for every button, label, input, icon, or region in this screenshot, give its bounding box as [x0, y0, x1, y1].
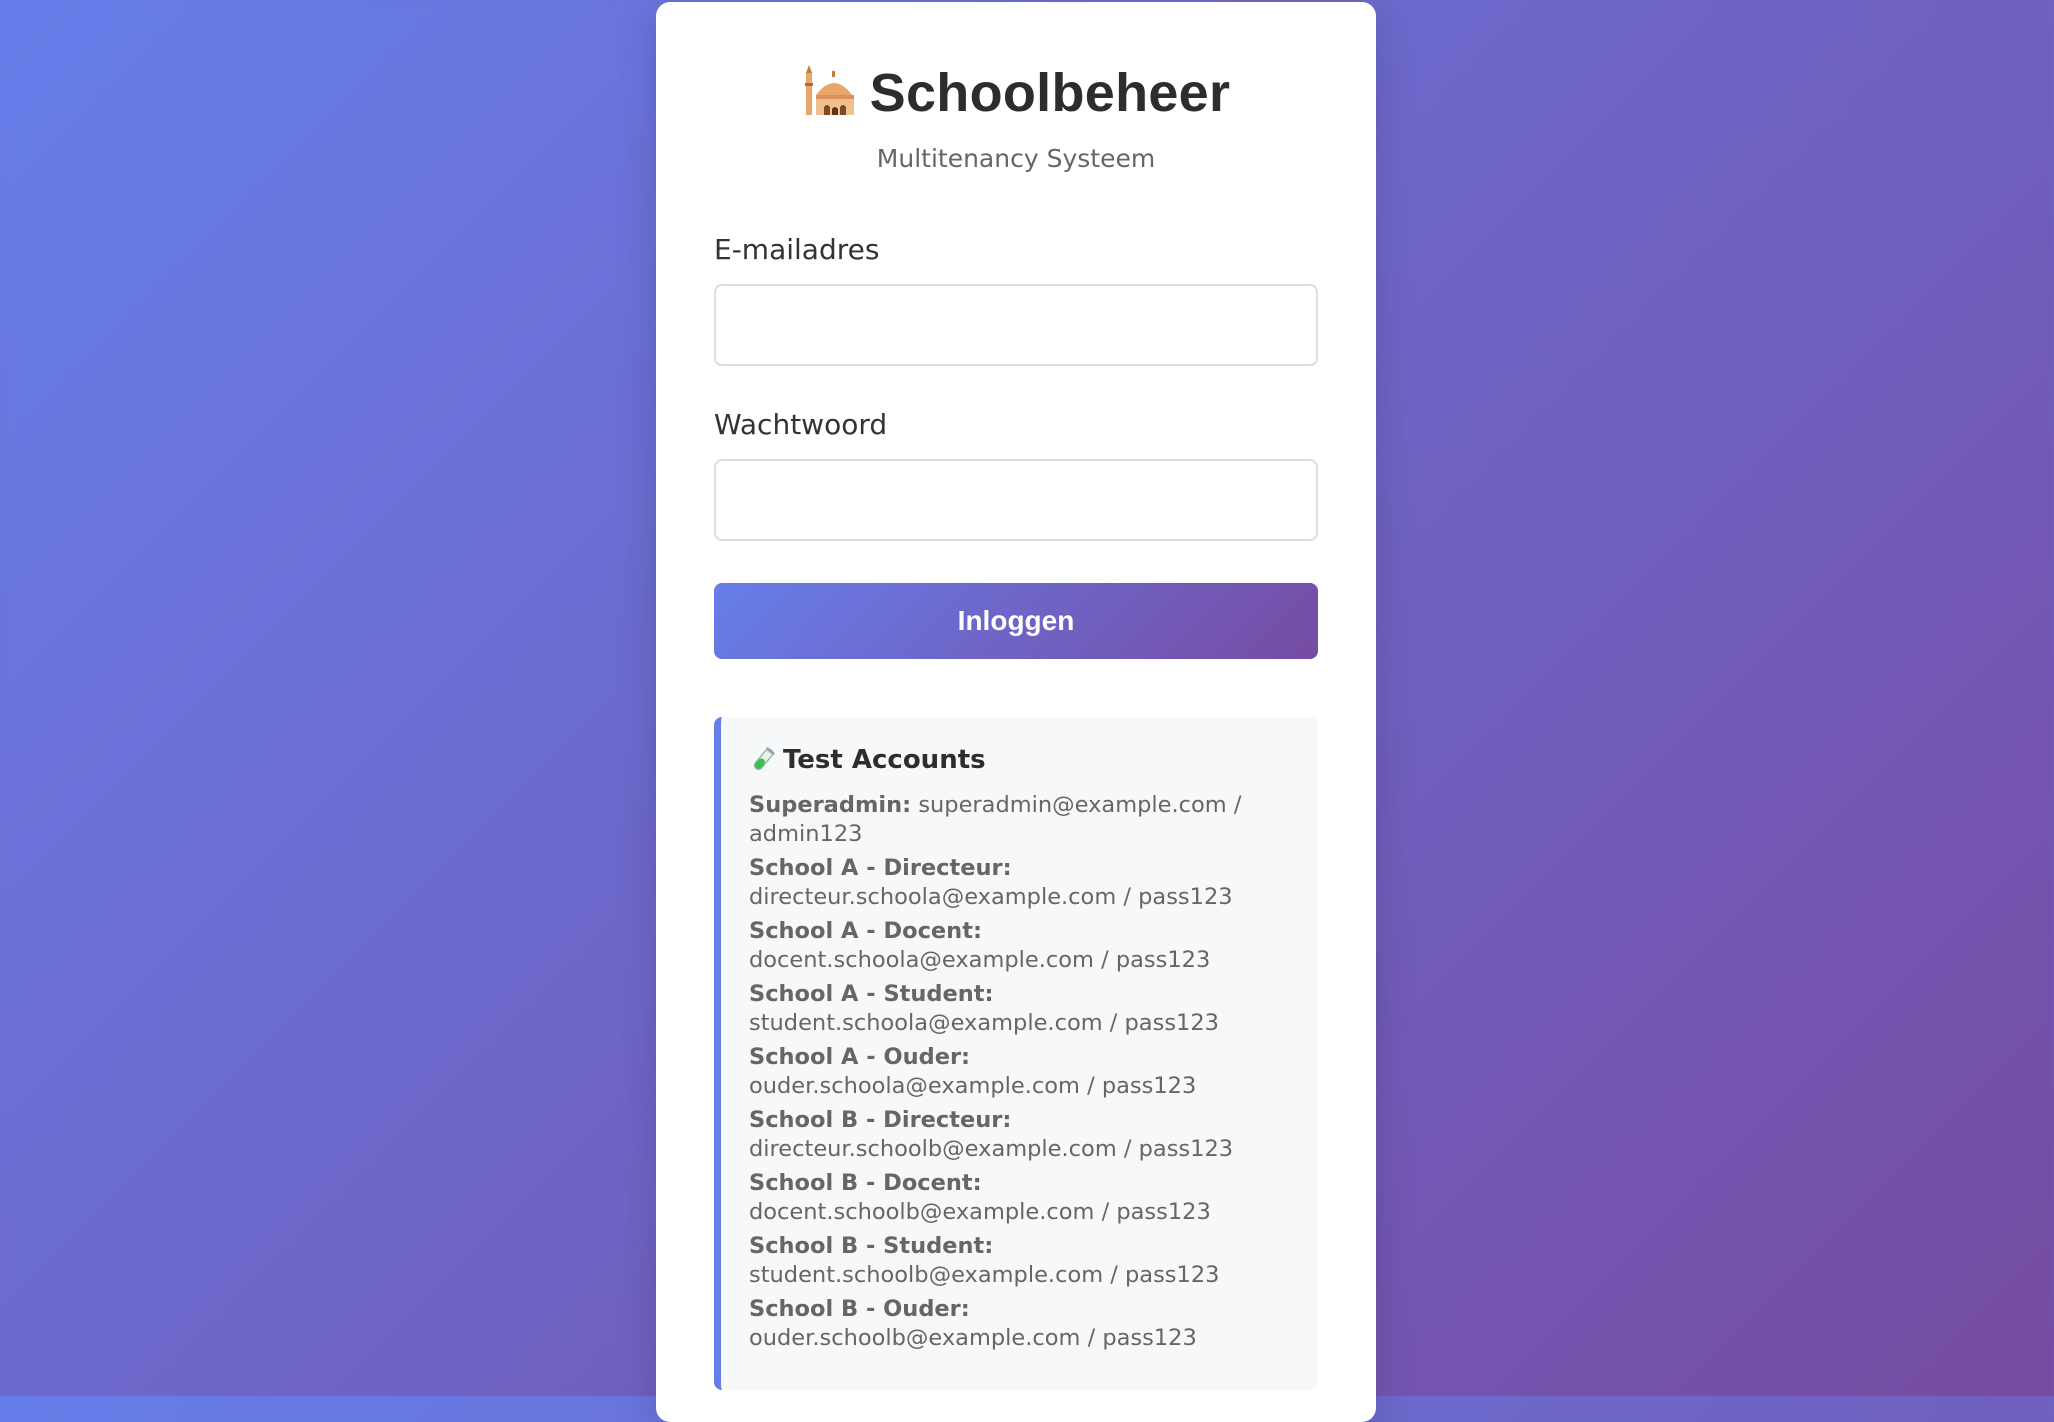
- test-account-credentials: ouder.schoola@example.com / pass123: [749, 1072, 1197, 1099]
- title-row: Schoolbeheer: [714, 60, 1318, 126]
- test-account-credentials: docent.schoola@example.com / pass123: [749, 946, 1211, 973]
- test-account-role: School B - Student:: [749, 1233, 994, 1259]
- test-account-role: School B - Ouder:: [749, 1296, 970, 1322]
- test-account-item: School A - Docent: docent.schoola@exampl…: [749, 917, 1290, 974]
- test-account-role: School A - Docent:: [749, 918, 982, 944]
- test-account-role: School A - Ouder:: [749, 1044, 971, 1070]
- test-tube-icon: [749, 746, 777, 774]
- test-account-credentials: ouder.schoolb@example.com / pass123: [749, 1324, 1197, 1351]
- login-button[interactable]: Inloggen: [714, 583, 1318, 659]
- mosque-icon: [802, 65, 858, 121]
- test-account-item: School A - Directeur: directeur.schoola@…: [749, 854, 1290, 911]
- password-label: Wachtwoord: [714, 408, 888, 441]
- email-label: E-mailadres: [714, 233, 880, 266]
- test-accounts-panel: Test Accounts Superadmin: superadmin@exa…: [714, 717, 1318, 1390]
- test-accounts-heading: Test Accounts: [749, 745, 1290, 775]
- password-field[interactable]: [714, 459, 1318, 541]
- password-field-group: Wachtwoord: [714, 408, 1318, 541]
- page-title: Schoolbeheer: [869, 63, 1231, 123]
- page-subtitle: Multitenancy Systeem: [876, 144, 1156, 173]
- test-account-item: School B - Directeur: directeur.schoolb@…: [749, 1106, 1290, 1163]
- test-account-role: School A - Directeur:: [749, 855, 1012, 881]
- test-accounts-title: Test Accounts: [783, 745, 986, 775]
- test-account-role: Superadmin:: [749, 792, 912, 818]
- login-header: Schoolbeheer Multitenancy Systeem: [714, 60, 1318, 173]
- login-card: Schoolbeheer Multitenancy Systeem E-mail…: [656, 2, 1376, 1422]
- test-accounts-list: Superadmin: superadmin@example.com / adm…: [749, 791, 1290, 1352]
- email-field[interactable]: [714, 284, 1318, 366]
- test-account-role: School A - Student:: [749, 981, 994, 1007]
- test-account-role: School B - Docent:: [749, 1170, 982, 1196]
- test-account-credentials: student.schoola@example.com / pass123: [749, 1009, 1219, 1036]
- test-account-credentials: docent.schoolb@example.com / pass123: [749, 1198, 1211, 1225]
- test-account-credentials: directeur.schoolb@example.com / pass123: [749, 1135, 1234, 1162]
- test-account-item: School B - Docent: docent.schoolb@exampl…: [749, 1169, 1290, 1226]
- test-account-item: School B - Student: student.schoolb@exam…: [749, 1232, 1290, 1289]
- test-account-item: School B - Ouder: ouder.schoolb@example.…: [749, 1295, 1290, 1352]
- test-account-item: School A - Student: student.schoola@exam…: [749, 980, 1290, 1037]
- test-account-role: School B - Directeur:: [749, 1107, 1012, 1133]
- test-account-item: Superadmin: superadmin@example.com / adm…: [749, 791, 1290, 848]
- test-account-credentials: directeur.schoola@example.com / pass123: [749, 883, 1233, 910]
- test-account-item: School A - Ouder: ouder.schoola@example.…: [749, 1043, 1290, 1100]
- test-account-credentials: student.schoolb@example.com / pass123: [749, 1261, 1220, 1288]
- email-field-group: E-mailadres: [714, 233, 1318, 366]
